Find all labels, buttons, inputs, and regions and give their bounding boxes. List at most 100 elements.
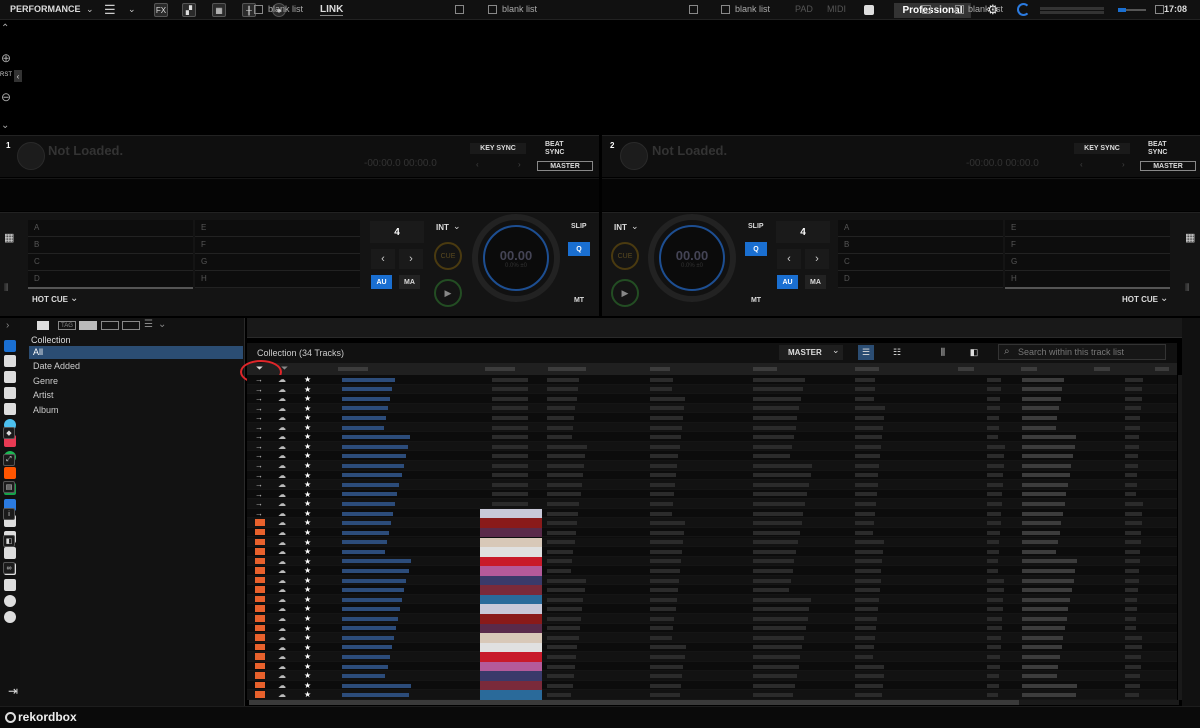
deck2-hotcue-g[interactable]: G [1005, 254, 1170, 271]
column-date-header[interactable] [1155, 367, 1169, 371]
deck1-hotcue-c[interactable]: C [28, 254, 193, 271]
rating-star-icon[interactable]: ★ [304, 413, 311, 422]
deck1-ma-button[interactable]: MA [399, 275, 420, 289]
cloud-sync-icon[interactable]: ☁ [278, 423, 286, 432]
rating-star-icon[interactable]: ★ [304, 604, 311, 613]
table-row[interactable]: → ☁ ★ [247, 470, 1177, 481]
rating-star-icon[interactable]: ★ [304, 394, 311, 403]
cloud-sync-icon[interactable]: ☁ [278, 528, 286, 537]
deck1-beat-sync-button[interactable]: BEAT SYNC [545, 141, 564, 157]
rating-star-icon[interactable]: ★ [304, 547, 311, 556]
link-panel-icon[interactable]: ∞ [3, 562, 15, 574]
filter-chip-1[interactable] [79, 321, 97, 330]
deck2-hotcue-e[interactable]: E [1005, 220, 1170, 237]
tab1-menu-icon[interactable] [455, 5, 464, 14]
deck2-au-button[interactable]: AU [777, 275, 798, 289]
column-bpm-header[interactable] [958, 367, 974, 371]
tag-icon[interactable]: ◆ [3, 427, 15, 439]
cloud-sync-icon[interactable]: ☁ [278, 633, 286, 642]
cloud-sync-icon[interactable]: ☁ [278, 652, 286, 661]
table-row[interactable]: → ☁ ★ [247, 384, 1177, 395]
rating-star-icon[interactable]: ★ [304, 528, 311, 537]
cloud-sync-icon[interactable]: ☁ [278, 404, 286, 413]
deck2-loop-halve-icon[interactable]: ‹ [777, 249, 801, 269]
rating-star-icon[interactable]: ★ [304, 375, 311, 384]
table-row[interactable]: → ☁ ★ [247, 480, 1177, 490]
cloud-sync-icon[interactable]: ☁ [278, 471, 286, 480]
table-row[interactable]: ☁ ★ [247, 585, 1177, 595]
record-list-icon[interactable] [4, 611, 16, 623]
track-info-icon[interactable]: i [3, 508, 15, 520]
table-row[interactable]: ☁ ★ [247, 671, 1177, 681]
tree-item-album[interactable]: Album [33, 405, 59, 415]
preview-waveform[interactable] [492, 377, 528, 382]
deck2-hotcue-h[interactable]: H [1005, 271, 1170, 288]
tag-button[interactable]: TAG [58, 321, 76, 330]
mode-chevron-icon[interactable]: ⌄ [86, 4, 94, 15]
usb-icon[interactable] [4, 547, 16, 559]
tab2-menu-icon[interactable] [689, 5, 698, 14]
table-row[interactable]: ☁ ★ [247, 642, 1177, 653]
column-album-header[interactable] [753, 367, 777, 371]
cloud-sync-icon[interactable]: ☁ [278, 480, 286, 489]
cloud-sync-icon[interactable]: ☁ [278, 614, 286, 623]
grid-icon[interactable]: ▦ [212, 3, 226, 17]
table-row[interactable]: ☁ ★ [247, 575, 1177, 586]
deck1-hotcue-mode[interactable]: HOT CUE [32, 295, 68, 304]
tab4-menu-icon[interactable] [1155, 5, 1164, 14]
table-row[interactable]: ☁ ★ [247, 613, 1177, 624]
deck1-au-button[interactable]: AU [371, 275, 392, 289]
rating-star-icon[interactable]: ★ [304, 671, 311, 680]
cloud-sync-icon[interactable]: ☁ [278, 538, 286, 547]
deck1-pad-grid-icon[interactable]: ▦ [4, 231, 14, 244]
cloud-sync-icon[interactable]: ☁ [278, 518, 286, 527]
filter-icon[interactable]: ⏷ [256, 363, 263, 374]
export-icon[interactable]: ⇥ [8, 684, 18, 698]
search-placeholder[interactable]: Search within this track list [1018, 347, 1124, 357]
deck2-cue-button[interactable]: CUE [611, 242, 639, 270]
preview-waveform[interactable] [492, 444, 528, 449]
tree-root-collection[interactable]: Collection [31, 335, 71, 345]
rating-star-icon[interactable]: ★ [304, 385, 311, 394]
table-row[interactable]: ☁ ★ [247, 547, 1177, 557]
deck2-key-up-icon[interactable]: › [1122, 160, 1125, 169]
rating-star-icon[interactable]: ★ [304, 442, 311, 451]
cloud-sync-icon[interactable]: ☁ [278, 566, 286, 575]
cloud-sync-icon[interactable]: ☁ [278, 451, 286, 460]
deck2-mt-button[interactable]: MT [745, 293, 767, 307]
preview-waveform[interactable] [492, 416, 528, 420]
preview-waveform[interactable] [492, 396, 528, 401]
deck2-key-sync-button[interactable]: KEY SYNC [1074, 143, 1130, 154]
table-row[interactable]: → ☁ ★ [247, 403, 1177, 414]
deck2-pad-grid-icon[interactable]: ▦ [1185, 231, 1195, 244]
deck1-loop-double-icon[interactable]: › [399, 249, 423, 269]
deck1-int-chevron-icon[interactable]: ⌄ [453, 221, 461, 232]
cloud-sync-icon[interactable]: ☁ [278, 557, 286, 566]
column-artwork-header[interactable] [338, 367, 368, 371]
sync-icon[interactable] [4, 595, 16, 607]
table-row[interactable]: → ☁ ★ [247, 508, 1177, 519]
collapse-up-icon[interactable]: ⌃ [1, 23, 9, 34]
tree-item-genre[interactable]: Genre [33, 376, 58, 386]
deck2-hotcue-mode[interactable]: HOT CUE [1122, 295, 1158, 304]
deck1-loop-beats[interactable]: 4 [370, 221, 424, 243]
rating-star-icon[interactable]: ★ [304, 614, 311, 623]
deck1-hotcue-chevron-icon[interactable]: ⌄ [70, 293, 78, 304]
deck1-key-down-icon[interactable]: ‹ [476, 160, 479, 169]
master-chevron-icon[interactable]: ⌄ [832, 345, 840, 356]
link-button[interactable]: LINK [320, 4, 344, 16]
deck2-hotcue-a[interactable]: A [838, 220, 1003, 237]
deck2-int-chevron-icon[interactable]: ⌄ [631, 221, 639, 232]
rating-star-icon[interactable]: ★ [304, 480, 311, 489]
tree-item-all[interactable]: All [33, 347, 43, 357]
deck1-hotcue-e[interactable]: E [195, 220, 360, 237]
preview-waveform[interactable] [492, 482, 528, 487]
table-row[interactable]: ☁ ★ [247, 566, 1177, 576]
zoom-in-icon[interactable]: ⊕ [1, 51, 11, 65]
preview-waveform[interactable] [492, 387, 528, 392]
table-row[interactable]: ☁ ★ [247, 690, 1177, 700]
deck2-hotcue-d[interactable]: D [838, 271, 1003, 288]
deck1-loop-halve-icon[interactable]: ‹ [371, 249, 395, 269]
rating-star-icon[interactable]: ★ [304, 518, 311, 527]
deck2-overview[interactable] [602, 178, 1200, 211]
